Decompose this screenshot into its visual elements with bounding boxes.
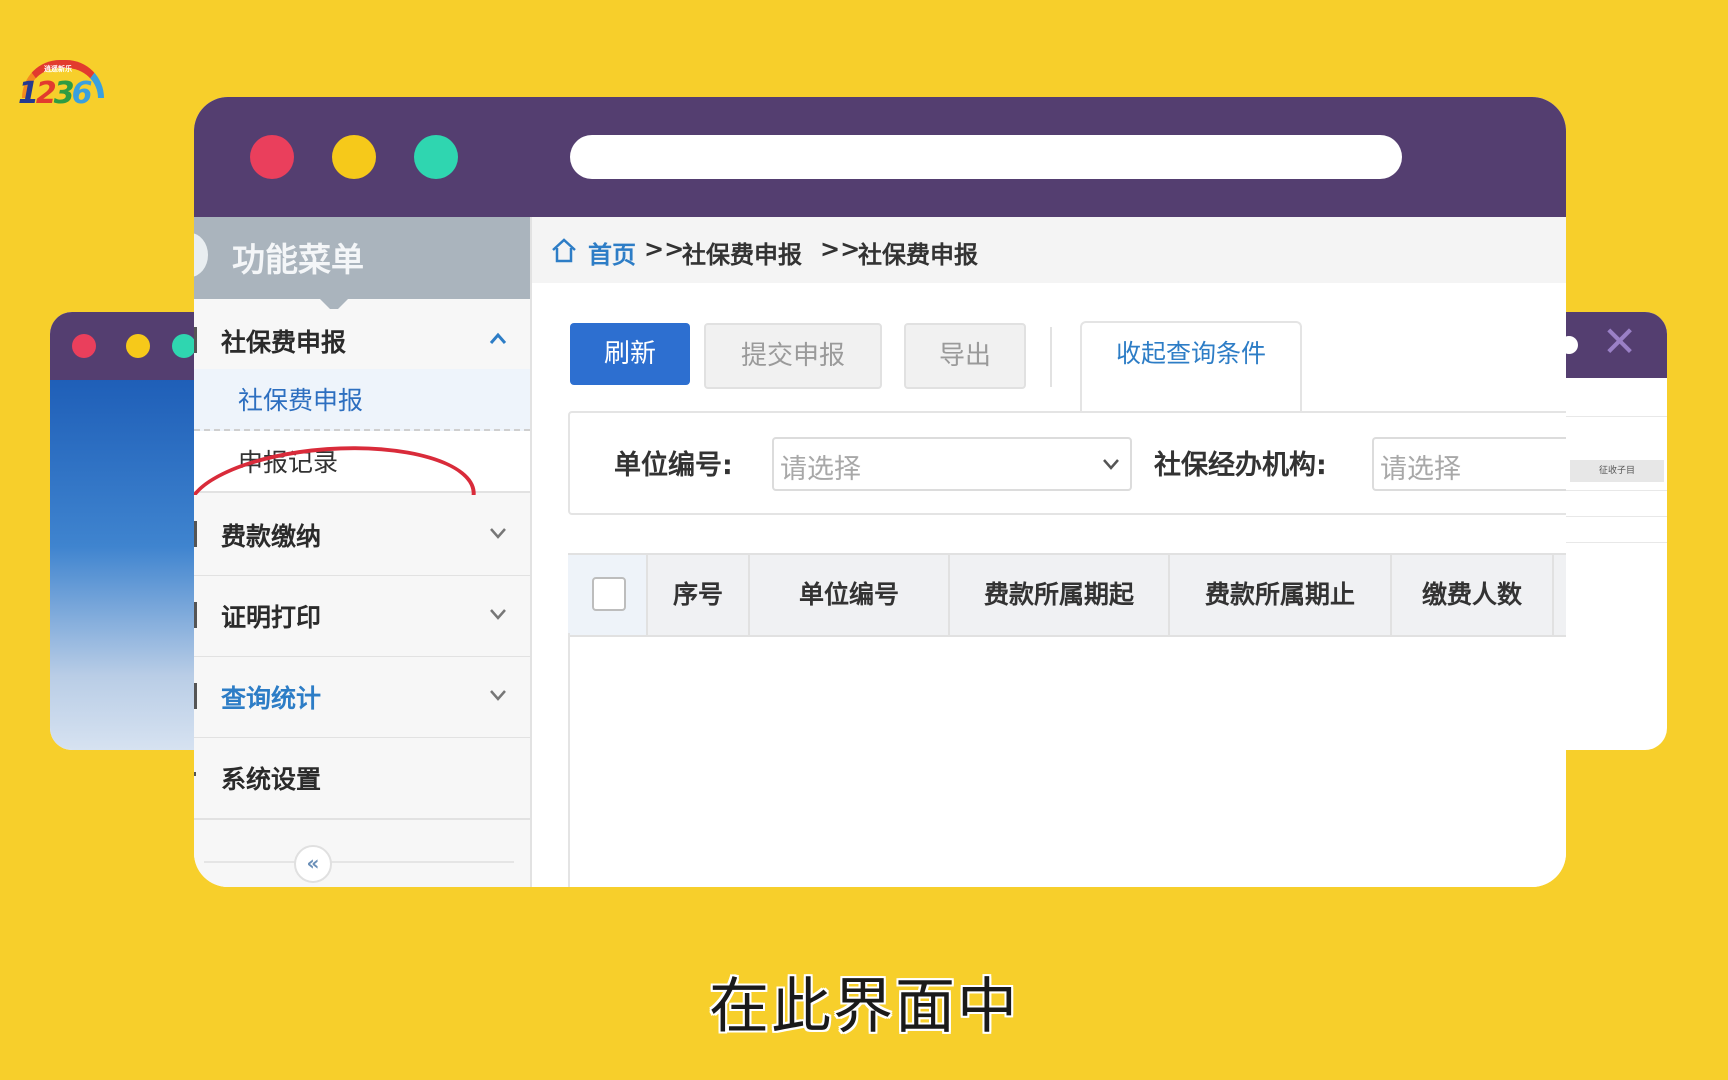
breadcrumb-home-link[interactable]: 首页 (588, 235, 636, 270)
minimize-dot-icon[interactable] (332, 135, 376, 179)
sidebar-group-certificate[interactable]: 证明打印 (194, 576, 530, 658)
close-dot-icon[interactable] (250, 135, 294, 179)
select-all-cell (568, 555, 648, 635)
column-header[interactable]: 缴费人数 (1392, 555, 1554, 635)
breadcrumb-level2: 社保费申报 (858, 241, 978, 269)
table-body-border (568, 633, 570, 887)
sidebar-item-declaration[interactable]: 社保费申报 (194, 369, 530, 431)
sidebar-group-label: 系统设置 (221, 765, 322, 794)
column-header[interactable]: 单位编号 (750, 555, 950, 635)
unit-number-label: 单位编号: (614, 450, 733, 481)
video-caption: 在此界面中 (709, 972, 1019, 1042)
logo-small-text: 逍遥新乐 (44, 65, 72, 73)
close-icon[interactable]: ✕ (1602, 321, 1637, 363)
close-dot-icon (72, 334, 96, 358)
logo-digits: 1236 (18, 76, 92, 111)
chevron-down-icon (1103, 459, 1119, 470)
agency-label: 社保经办机构: (1154, 450, 1327, 481)
column-header[interactable]: 序号 (648, 555, 750, 635)
sidebar-group-label: 社保费申报 (221, 328, 347, 357)
breadcrumb-separator: >> (644, 235, 685, 263)
breadcrumb: 首页 >> 社保费申报 >> 社保费申报 (532, 217, 1566, 283)
table-header: 序号 单位编号 费款所属期起 费款所属期止 缴费人数 (568, 553, 1566, 637)
brand-logo: 逍遥新乐 1236 (12, 56, 110, 112)
sidebar-group-query[interactable]: 查询统计 (194, 657, 530, 739)
maximize-dot-icon (172, 334, 196, 358)
group-marker (194, 772, 196, 776)
background-tag: 征收子目 (1570, 460, 1664, 482)
window-titlebar (194, 97, 1566, 217)
chevron-down-icon[interactable] (488, 685, 508, 705)
collapse-sidebar-button[interactable]: « (294, 845, 332, 883)
breadcrumb-separator: >> (820, 235, 861, 263)
group-marker (194, 683, 197, 709)
sidebar-group-payment[interactable]: 费款缴纳 (194, 495, 530, 577)
sidebar-group-label: 费款缴纳 (221, 522, 322, 551)
refresh-button[interactable]: 刷新 (570, 323, 690, 385)
sidebar-group-label: 证明打印 (221, 603, 322, 632)
chevron-down-icon[interactable] (488, 604, 508, 624)
collapse-filter-tab[interactable]: 收起查询条件 (1080, 321, 1302, 413)
agency-select[interactable]: 请选择 (1372, 437, 1566, 491)
breadcrumb-level1[interactable]: 社保费申报 (682, 235, 802, 270)
divider (204, 861, 514, 863)
sidebar-group-settings[interactable]: 系统设置 (194, 738, 530, 820)
toolbar-divider (1050, 327, 1052, 387)
unit-number-select[interactable]: 请选择 (772, 437, 1132, 491)
sidebar-title: 功能菜单 (232, 240, 364, 279)
chevron-down-icon[interactable] (488, 523, 508, 543)
group-marker (194, 521, 197, 547)
menu-icon (194, 233, 208, 277)
sidebar-group-declaration[interactable]: 社保费申报 (194, 309, 530, 369)
column-header[interactable]: 费款所属期止 (1170, 555, 1392, 635)
group-marker (194, 602, 197, 628)
sidebar: 功能菜单 社保费申报 社保费申报 申报记录 费款缴纳 证明打印 查询统计 系统设… (194, 217, 532, 887)
group-marker (194, 327, 197, 353)
sidebar-group-label: 查询统计 (221, 684, 322, 713)
filter-panel: 单位编号: 请选择 社保经办机构: 请选择 (568, 411, 1566, 515)
address-bar[interactable] (570, 135, 1402, 179)
export-button[interactable]: 导出 (904, 323, 1026, 389)
home-icon[interactable] (550, 236, 578, 264)
main-window: 功能菜单 社保费申报 社保费申报 申报记录 费款缴纳 证明打印 查询统计 系统设… (194, 97, 1566, 887)
select-all-checkbox[interactable] (592, 577, 626, 611)
sidebar-item-label: 社保费申报 (238, 386, 364, 415)
select-placeholder: 请选择 (1380, 454, 1461, 485)
content-area: 首页 >> 社保费申报 >> 社保费申报 刷新 提交申报 导出 收起查询条件 单… (532, 217, 1566, 887)
sidebar-header: 功能菜单 (194, 217, 530, 313)
column-header[interactable]: 费款所属期起 (950, 555, 1170, 635)
chevron-up-icon[interactable] (488, 329, 508, 349)
maximize-dot-icon[interactable] (414, 135, 458, 179)
select-placeholder: 请选择 (780, 454, 861, 485)
minimize-dot-icon (126, 334, 150, 358)
submit-declaration-button[interactable]: 提交申报 (704, 323, 882, 389)
